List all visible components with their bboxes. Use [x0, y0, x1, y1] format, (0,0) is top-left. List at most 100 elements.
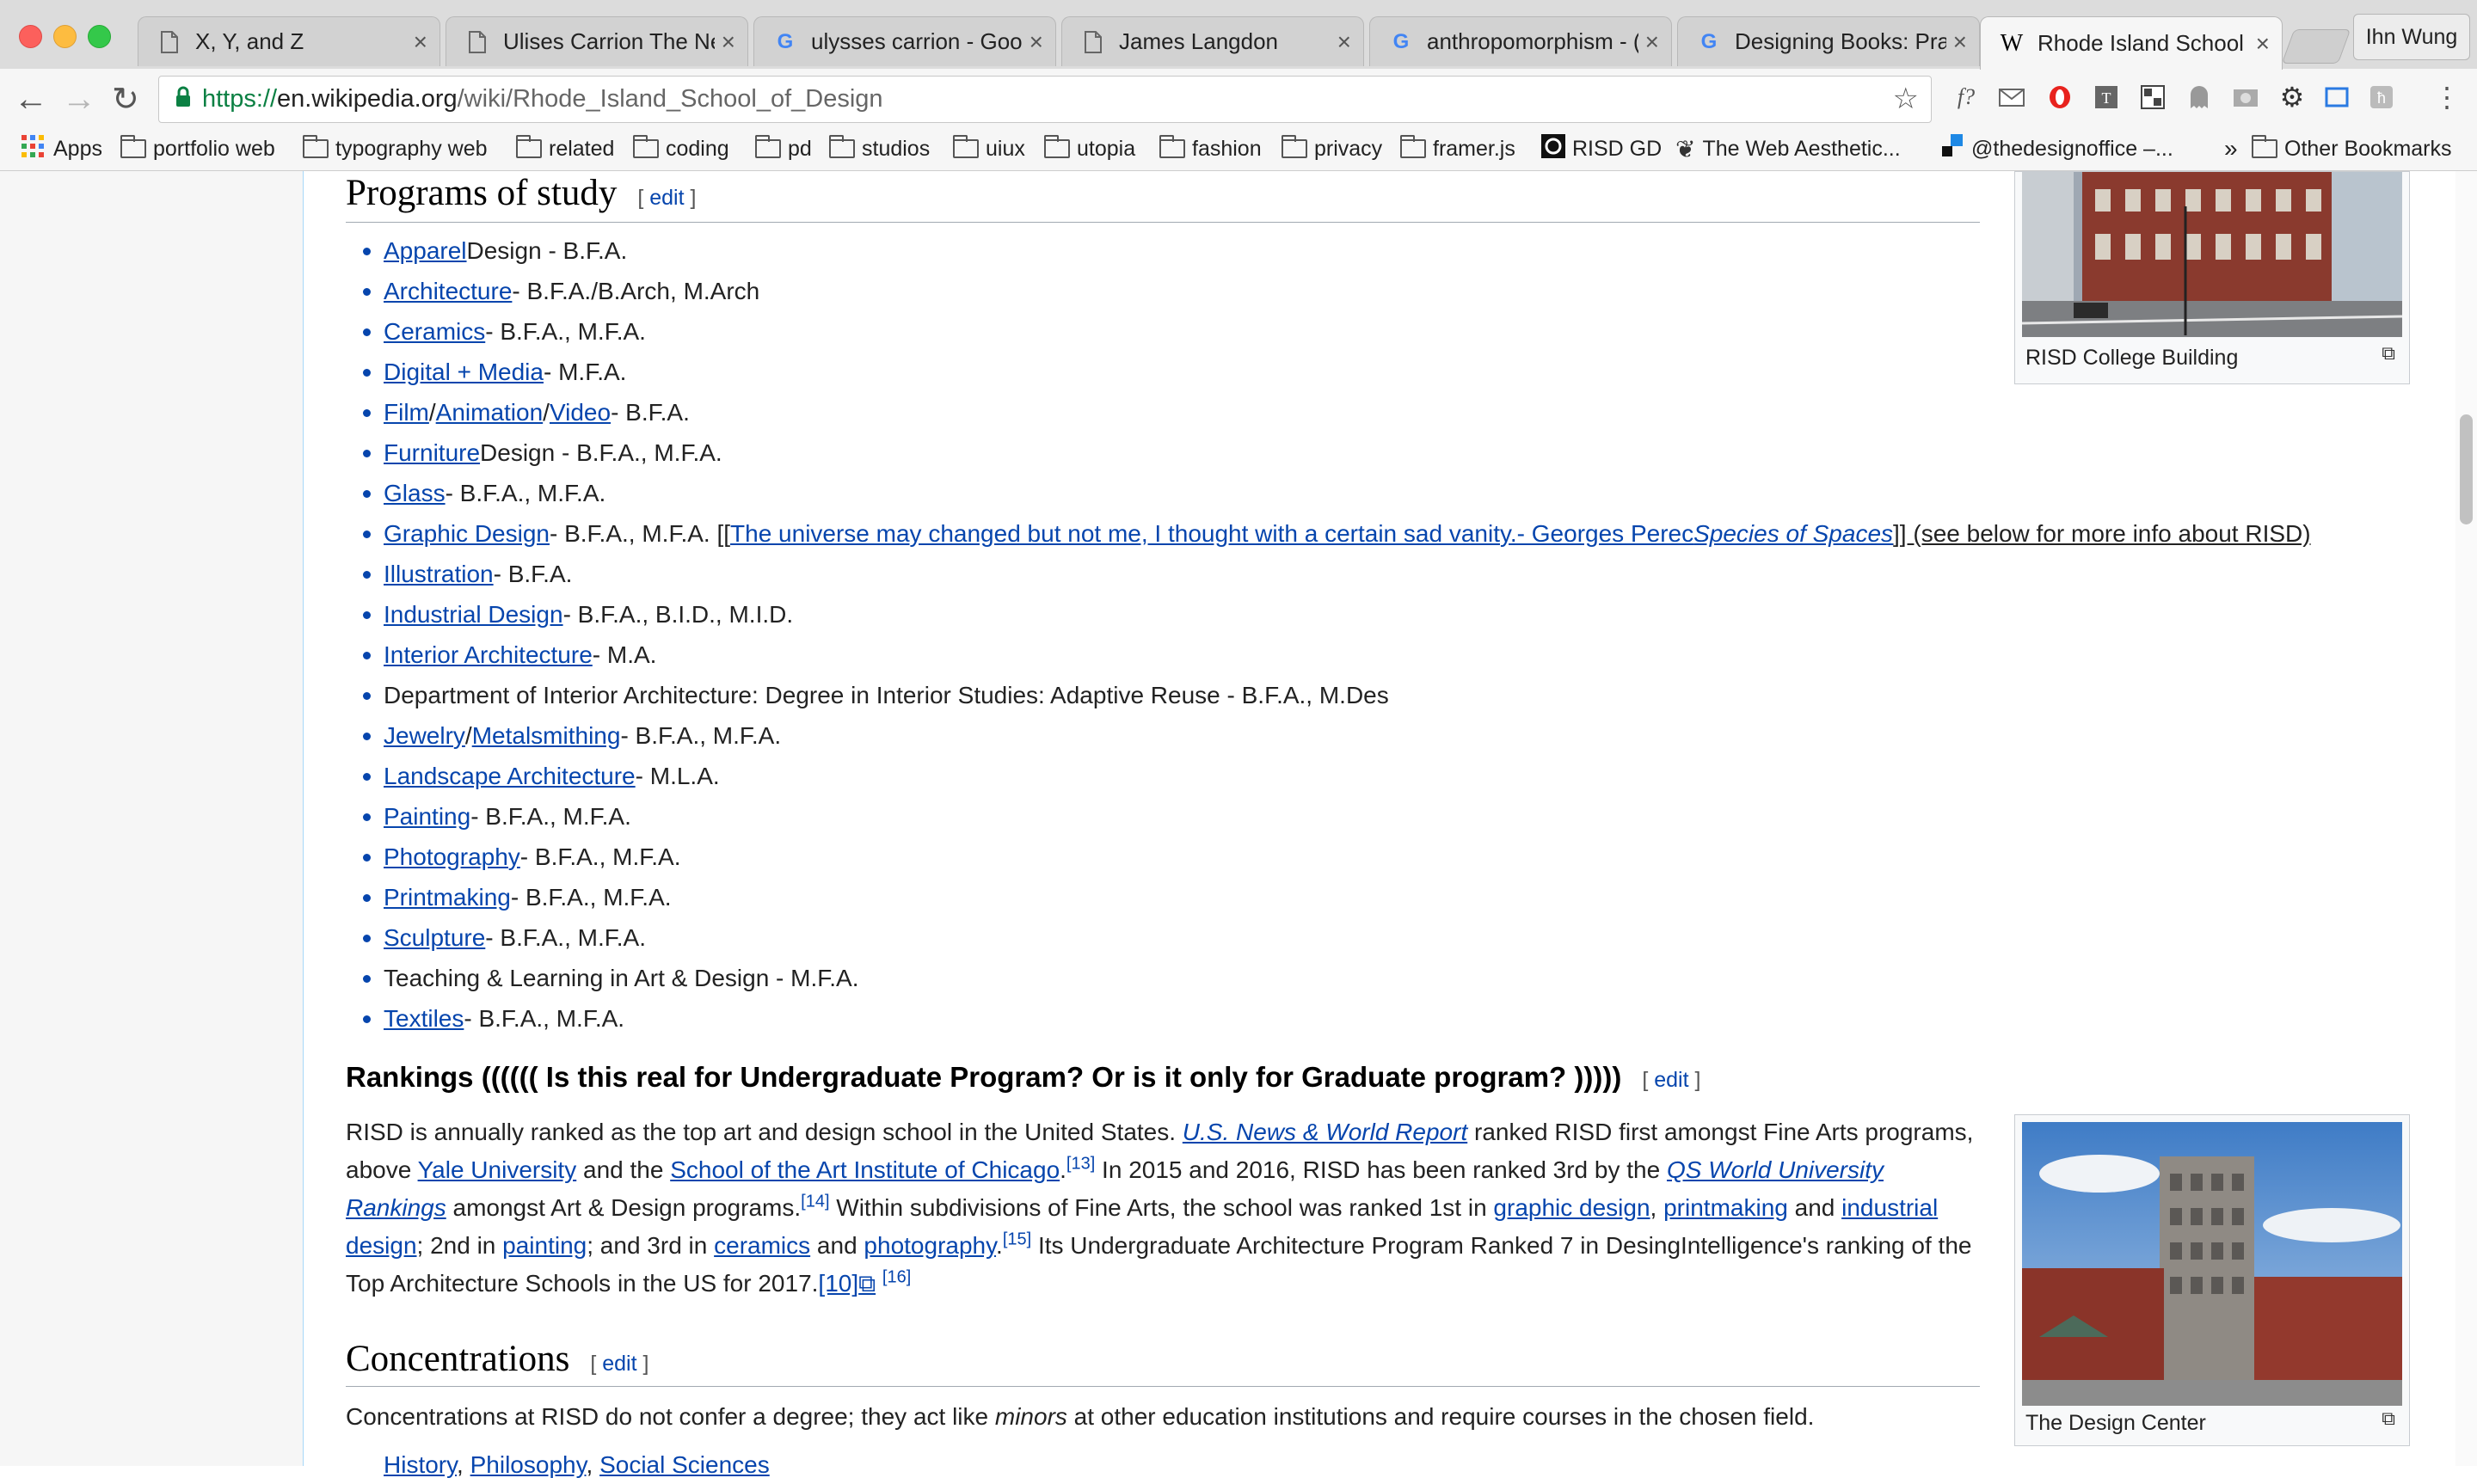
- tab-close-icon[interactable]: ×: [2256, 30, 2270, 58]
- bookmark-folder-typography-web[interactable]: typography web: [303, 133, 488, 164]
- article-link[interactable]: Printmaking: [384, 884, 511, 911]
- article-link[interactable]: Industrial Design: [384, 601, 563, 629]
- article-link[interactable]: printmaking: [1663, 1194, 1788, 1221]
- article-link[interactable]: The universe may changed but not me, I t…: [730, 520, 1693, 548]
- edit-link[interactable]: edit: [1654, 1068, 1688, 1092]
- tab-close-icon[interactable]: ×: [414, 28, 427, 56]
- article-link[interactable]: Interior Architecture: [384, 641, 593, 669]
- article-link[interactable]: Furniture: [384, 439, 480, 467]
- tab-rhode-island-school[interactable]: W Rhode Island School o ×: [1980, 16, 2283, 70]
- bookmark-folder-privacy[interactable]: privacy: [1282, 133, 1382, 164]
- article-link[interactable]: Video: [550, 399, 611, 426]
- article-link[interactable]: Graphic Design: [384, 520, 550, 548]
- article-link[interactable]: Painting: [384, 803, 470, 831]
- tab-anthropomorphism[interactable]: G anthropomorphism - ( ×: [1369, 16, 1672, 66]
- edit-link[interactable]: edit: [649, 186, 684, 210]
- article-link[interactable]: [13]: [1066, 1155, 1095, 1174]
- article-link[interactable]: Architecture: [384, 278, 512, 305]
- article-link[interactable]: Landscape Architecture: [384, 763, 636, 790]
- tab-ulises-carrion[interactable]: Ulises Carrion The Ne ×: [446, 16, 748, 66]
- reload-icon[interactable]: ↻: [112, 80, 139, 119]
- risd-college-building-image[interactable]: [2022, 172, 2402, 337]
- bookmarks-overflow-chevron-icon[interactable]: »: [2224, 133, 2238, 164]
- back-arrow-icon[interactable]: ←: [14, 80, 48, 119]
- bookmark-folder-studios[interactable]: studios: [829, 133, 930, 164]
- bookmark-folder-related[interactable]: related: [516, 133, 614, 164]
- bookmark-other-bookmarks[interactable]: Other Bookmarks: [2252, 133, 2452, 164]
- function-extension-icon[interactable]: f?: [1947, 83, 1985, 112]
- article-link[interactable]: Animation: [436, 399, 544, 426]
- article-link[interactable]: History: [384, 1451, 457, 1478]
- bookmark-risd-gd[interactable]: RISD GD: [1541, 133, 1662, 164]
- article-link[interactable]: ceramics: [714, 1232, 810, 1259]
- article-link[interactable]: Ceramics: [384, 318, 485, 346]
- bookmark-folder-uiux[interactable]: uiux: [953, 133, 1025, 164]
- chrome-menu-icon[interactable]: ⋮: [2432, 82, 2462, 113]
- ghost-extension-icon[interactable]: [2185, 83, 2214, 112]
- article-link[interactable]: graphic design: [1493, 1194, 1650, 1221]
- article-link[interactable]: Species of Spaces: [1693, 520, 1893, 548]
- article-link[interactable]: Metalsmithing: [472, 722, 621, 750]
- article-link[interactable]: Jewelry: [384, 722, 465, 750]
- hanzi-extension-icon[interactable]: ħ: [2367, 83, 2396, 112]
- layout-grid-icon[interactable]: [2138, 83, 2167, 112]
- article-link[interactable]: Apparel: [384, 237, 467, 265]
- bookmark-thedesignoffice[interactable]: @thedesignoffice –...: [1942, 133, 2173, 164]
- bookmark-folder-coding[interactable]: coding: [633, 133, 729, 164]
- article-link[interactable]: photography: [864, 1232, 996, 1259]
- article-link[interactable]: [15]: [1003, 1230, 1031, 1249]
- address-bar[interactable]: https://en.wikipedia.org/wiki/Rhode_Isla…: [158, 76, 1932, 123]
- profile-button[interactable]: Ihn Wung: [2353, 14, 2470, 60]
- close-window-button[interactable]: [19, 25, 42, 48]
- minimize-window-button[interactable]: [53, 25, 77, 48]
- article-link[interactable]: Textiles: [384, 1005, 464, 1033]
- article-link[interactable]: Film: [384, 399, 429, 426]
- article-link[interactable]: Photography: [384, 843, 520, 871]
- bookmark-folder-portfolio-web[interactable]: portfolio web: [120, 133, 275, 164]
- article-link[interactable]: Philosophy: [470, 1451, 587, 1478]
- article-link[interactable]: [16]: [882, 1268, 911, 1287]
- tab-close-icon[interactable]: ×: [722, 28, 735, 56]
- text-extension-icon[interactable]: T: [2092, 83, 2121, 112]
- forward-arrow-icon[interactable]: →: [62, 80, 96, 119]
- article-link[interactable]: School of the Art Institute of Chicago: [670, 1156, 1060, 1183]
- article-link[interactable]: Illustration: [384, 561, 494, 588]
- photo-extension-icon[interactable]: [2231, 83, 2260, 112]
- screen-capture-icon[interactable]: [2322, 83, 2351, 112]
- tab-close-icon[interactable]: ×: [1645, 28, 1659, 56]
- bookmark-folder-utopia[interactable]: utopia: [1044, 133, 1135, 164]
- tab-ulysses-carrion-google[interactable]: G ulysses carrion - Goo ×: [753, 16, 1056, 66]
- scrollbar-track[interactable]: [2455, 171, 2477, 1466]
- tab-close-icon[interactable]: ×: [1953, 28, 1967, 56]
- article-link[interactable]: Sculpture: [384, 924, 485, 952]
- scrollbar-thumb[interactable]: [2460, 414, 2473, 524]
- enlarge-icon[interactable]: ⧉: [2382, 342, 2395, 365]
- bookmark-the-web-aesthetic[interactable]: ❦ The Web Aesthetic...: [1675, 133, 1901, 164]
- bookmark-apps[interactable]: Apps: [21, 133, 102, 164]
- article-link[interactable]: Social Sciences: [599, 1451, 770, 1478]
- bookmark-star-icon[interactable]: ☆: [1893, 82, 1919, 116]
- tab-x-y-z[interactable]: X, Y, and Z ×: [138, 16, 440, 66]
- edit-link[interactable]: edit: [602, 1352, 636, 1376]
- opera-vpn-icon[interactable]: [2045, 83, 2074, 112]
- article-link[interactable]: [10]: [818, 1270, 858, 1297]
- zoom-window-button[interactable]: [88, 25, 111, 48]
- article-link[interactable]: painting: [502, 1232, 587, 1259]
- tab-james-langdon[interactable]: James Langdon ×: [1061, 16, 1364, 66]
- design-center-image[interactable]: [2022, 1122, 2402, 1406]
- tab-designing-books[interactable]: G Designing Books: Pra ×: [1677, 16, 1980, 66]
- article-link[interactable]: [14]: [801, 1193, 829, 1211]
- article-link[interactable]: Glass: [384, 480, 446, 507]
- bookmark-folder-fashion[interactable]: fashion: [1159, 133, 1262, 164]
- tab-close-icon[interactable]: ×: [1030, 28, 1043, 56]
- bookmark-folder-framer-js[interactable]: framer.js: [1400, 133, 1515, 164]
- tab-close-icon[interactable]: ×: [1337, 28, 1351, 56]
- article-link[interactable]: ⧉: [858, 1270, 876, 1297]
- article-link[interactable]: Digital + Media: [384, 359, 544, 386]
- bookmark-folder-pd[interactable]: pd: [755, 133, 812, 164]
- gmail-checker-icon[interactable]: [1997, 83, 2026, 112]
- article-link[interactable]: U.S. News & World Report: [1183, 1119, 1467, 1145]
- settings-gear-icon[interactable]: ⚙: [2277, 82, 2307, 113]
- enlarge-icon[interactable]: ⧉: [2382, 1407, 2395, 1430]
- article-link[interactable]: Yale University: [418, 1156, 577, 1183]
